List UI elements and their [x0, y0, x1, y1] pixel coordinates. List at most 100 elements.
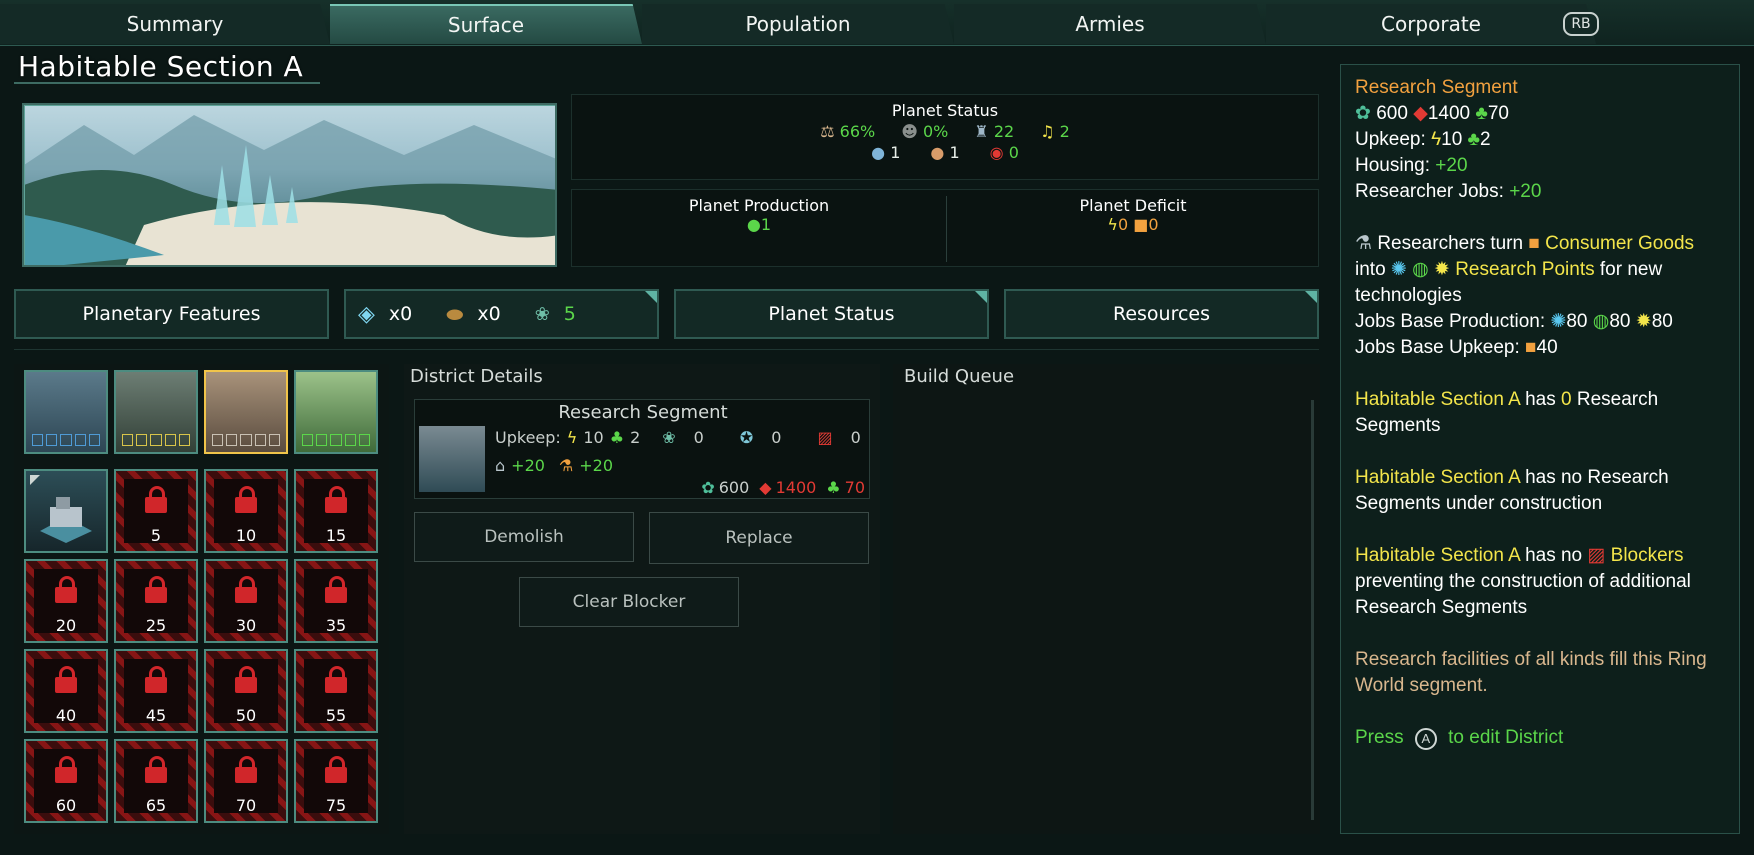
- district-slot-locked[interactable]: 20: [24, 559, 108, 643]
- food-icon: ♣: [1467, 129, 1481, 150]
- food-icon: ♣: [826, 478, 841, 497]
- food-icon: ♣: [1475, 103, 1488, 124]
- amenities-stat[interactable]: ♜ 22: [974, 122, 1014, 141]
- production-deficit-panel: Planet Production ●1 Planet Deficit ϟ0 ■…: [571, 189, 1319, 267]
- district-slot-locked[interactable]: 75: [294, 739, 378, 823]
- physics-icon: ✺: [1550, 311, 1567, 332]
- lock-icon: [325, 576, 347, 603]
- diamond-icon: ◈: [358, 301, 375, 327]
- tooltip-housing: Housing: +20: [1355, 155, 1468, 176]
- tab-armies[interactable]: Armies: [954, 4, 1266, 44]
- district-slot-locked[interactable]: 65: [114, 739, 198, 823]
- planet-status-button[interactable]: Planet Status: [674, 289, 989, 339]
- tooltip-jobs: Researcher Jobs: +20: [1355, 181, 1542, 202]
- district-slot-locked[interactable]: 50: [204, 649, 288, 733]
- planet-status-title: Planet Status: [891, 101, 999, 120]
- unlock-requirement: 45: [145, 706, 167, 725]
- gas-icon: ❀: [662, 428, 676, 447]
- district-slot-locked[interactable]: 30: [204, 559, 288, 643]
- corner-marker: [1305, 291, 1317, 303]
- district-slot-locked[interactable]: 60: [24, 739, 108, 823]
- district-slot-locked[interactable]: 70: [204, 739, 288, 823]
- district-slot-locked[interactable]: 55: [294, 649, 378, 733]
- lock-icon: [325, 666, 347, 693]
- tab-summary[interactable]: Summary: [0, 4, 330, 44]
- gas-icon: ❀: [534, 303, 550, 325]
- blocker-icon: ◉: [989, 143, 1004, 162]
- unlock-requirement: 70: [235, 796, 257, 815]
- corner-marker: [645, 291, 657, 303]
- district-slot-locked[interactable]: 5: [114, 469, 198, 553]
- goods-icon: ■: [1133, 215, 1149, 234]
- cost-food: 70: [844, 478, 865, 497]
- lock-icon: [55, 756, 77, 783]
- tooltip-cost: ✿ 600 ◆1400 ♣70: [1355, 103, 1509, 124]
- stability-icon: ⚖: [820, 122, 835, 141]
- section-divider: [14, 349, 1319, 350]
- tooltip-base-upkeep: Jobs Base Upkeep: ■40: [1355, 337, 1558, 358]
- research-segment-card[interactable]: Research Segment Upkeep: ϟ 10 ♣ 2 ❀ 0 ✪ 0 ▨ 0…: [414, 399, 870, 499]
- pop-stat-1[interactable]: ● 1: [871, 143, 900, 162]
- pop-icon: ●: [871, 143, 886, 162]
- lock-icon: [55, 666, 77, 693]
- consumer-goods-icon: ■: [1525, 337, 1537, 358]
- planet-production[interactable]: Planet Production ●1: [572, 196, 946, 234]
- district-details-header: District Details: [410, 366, 543, 387]
- minerals-icon: ◆: [759, 478, 772, 497]
- district-slot-locked[interactable]: 40: [24, 649, 108, 733]
- pop-stat-2[interactable]: ● 1: [930, 143, 959, 162]
- stability-stat[interactable]: ⚖ 66%: [820, 122, 875, 141]
- replace-button[interactable]: Replace: [649, 512, 869, 564]
- blocker-stat[interactable]: ◉ 0: [990, 143, 1019, 162]
- city-district-type[interactable]: [24, 370, 108, 454]
- entertainment-stat[interactable]: ♫ 2: [1040, 122, 1070, 141]
- industrial-district-type[interactable]: [114, 370, 198, 454]
- agriculture-district-type[interactable]: [294, 370, 378, 454]
- unlock-requirement: 25: [145, 616, 167, 635]
- tooltip-construction: Habitable Section A has no Research Segm…: [1355, 467, 1669, 514]
- district-slot-locked[interactable]: 45: [114, 649, 198, 733]
- food-icon: ●: [746, 215, 761, 234]
- a-button-icon: A: [1414, 728, 1437, 750]
- tab-bar: LB Summary Surface Population Armies Cor…: [0, 0, 1754, 46]
- lock-icon: [145, 756, 167, 783]
- tab-corporate[interactable]: Corporate: [1266, 4, 1596, 44]
- society-icon: ◍: [1412, 259, 1429, 280]
- crime-stat[interactable]: ☻ 0%: [901, 122, 948, 141]
- tooltip-description: ⚗ Researchers turn ■ Consumer Goods into…: [1355, 233, 1695, 306]
- unlock-requirement: 20: [55, 616, 77, 635]
- district-slot-locked[interactable]: 10: [204, 469, 288, 553]
- rb-button[interactable]: RB: [1563, 12, 1599, 36]
- lock-icon: [325, 486, 347, 513]
- upkeep-energy: 10: [583, 428, 604, 447]
- unlock-requirement: 35: [325, 616, 347, 635]
- alloys-icon: ✿: [1355, 103, 1371, 124]
- resources-button[interactable]: Resources: [1004, 289, 1319, 339]
- resource-counts-button[interactable]: ◈ x0 ⬬ x0 ❀ 5: [344, 289, 659, 339]
- district-slot-built[interactable]: [24, 469, 108, 553]
- research-district-type[interactable]: [204, 370, 288, 454]
- tooltip-blockers: Habitable Section A has no ▨ Blockers pr…: [1355, 545, 1691, 618]
- researcher-icon: ⚗: [1355, 233, 1373, 254]
- title-divider: [14, 82, 320, 84]
- district-tooltip: Research Segment ✿ 600 ◆1400 ♣70 Upkeep:…: [1340, 64, 1740, 834]
- demolish-button[interactable]: Demolish: [414, 512, 634, 562]
- clear-blocker-button[interactable]: Clear Blocker: [519, 577, 739, 627]
- pop-icon: ●: [930, 143, 945, 162]
- planet-image: [22, 103, 557, 267]
- district-slot-locked[interactable]: 35: [294, 559, 378, 643]
- unlock-requirement: 75: [325, 796, 347, 815]
- building-icon: [30, 475, 92, 543]
- tab-surface[interactable]: Surface: [330, 4, 642, 44]
- unlock-requirement: 15: [325, 526, 347, 545]
- build-queue-scrollbar[interactable]: [1311, 400, 1314, 820]
- district-slot-locked[interactable]: 25: [114, 559, 198, 643]
- blocker-icon: ▨: [817, 428, 833, 447]
- tab-population[interactable]: Population: [642, 4, 954, 44]
- tooltip-title: Research Segment: [1355, 77, 1518, 98]
- unlock-requirement: 55: [325, 706, 347, 725]
- segment-name: Research Segment: [558, 402, 728, 423]
- planetary-features-button[interactable]: Planetary Features: [14, 289, 329, 339]
- district-slot-locked[interactable]: 15: [294, 469, 378, 553]
- planet-deficit[interactable]: Planet Deficit ϟ0 ■0: [946, 196, 1320, 234]
